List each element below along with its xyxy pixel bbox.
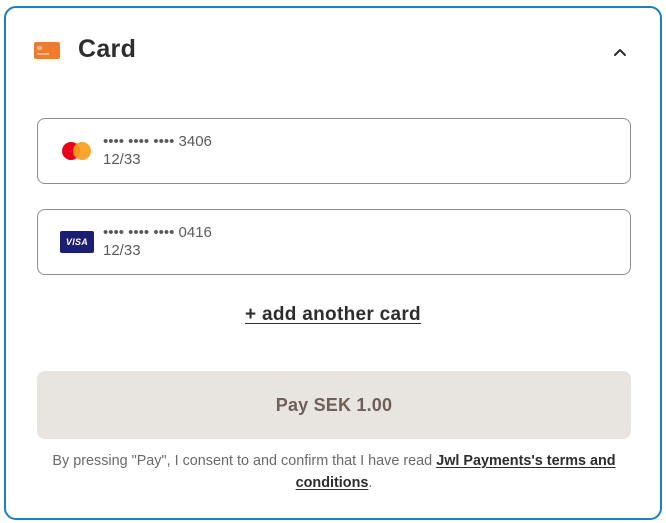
card-number: •••• •••• •••• 0416 [103,224,212,241]
add-another-card-link[interactable]: + add another card [6,304,660,326]
consent-suffix: . [368,475,373,491]
consent-prefix: By pressing "Pay", I consent to and conf… [52,453,437,469]
saved-card-mastercard[interactable]: •••• •••• •••• 3406 12/33 [37,118,631,184]
section-title: Card [78,35,137,63]
saved-card-visa[interactable]: VISA •••• •••• •••• 0416 12/33 [37,209,631,275]
visa-icon: VISA [60,231,94,253]
card-expiry: 12/33 [103,242,141,259]
card-payment-panel: Card •••• •••• •••• 3406 12/33 VISA ••••… [4,6,662,520]
chevron-up-icon[interactable] [612,44,628,60]
consent-text: By pressing "Pay", I consent to and conf… [42,450,626,494]
card-section-header[interactable]: Card [6,8,660,92]
mastercard-icon [60,140,94,162]
pay-button[interactable]: Pay SEK 1.00 [37,371,631,439]
card-expiry: 12/33 [103,151,141,168]
credit-card-icon [34,42,60,59]
card-number: •••• •••• •••• 3406 [103,133,212,150]
